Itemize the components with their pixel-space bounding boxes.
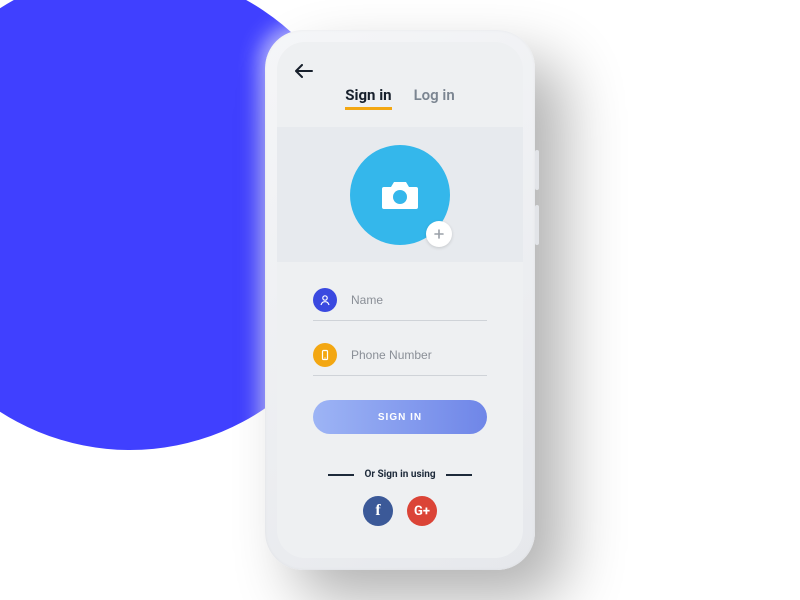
name-input[interactable] xyxy=(349,292,508,308)
facebook-icon: f xyxy=(375,502,380,520)
social-divider: Or Sign in using xyxy=(277,469,523,480)
phone-input[interactable] xyxy=(349,347,508,363)
facebook-button[interactable]: f xyxy=(363,496,393,526)
divider-line-right xyxy=(446,474,472,476)
plus-icon xyxy=(433,228,445,240)
divider-label: Or Sign in using xyxy=(364,469,435,480)
avatar-add-button[interactable] xyxy=(426,221,452,247)
google-plus-icon: G+ xyxy=(414,504,430,519)
google-button[interactable]: G+ xyxy=(407,496,437,526)
camera-icon xyxy=(380,179,420,211)
tab-signin[interactable]: Sign in xyxy=(345,86,391,110)
divider-line-left xyxy=(328,474,354,476)
signin-form: SIGN IN xyxy=(313,282,487,434)
phone-field-row xyxy=(313,337,487,376)
device-frame: Sign in Log in xyxy=(265,30,535,570)
avatar-picker[interactable] xyxy=(350,145,450,245)
auth-tabs: Sign in Log in xyxy=(277,86,523,110)
signin-button[interactable]: SIGN IN xyxy=(313,400,487,434)
avatar-zone xyxy=(277,127,523,262)
phone-icon xyxy=(313,343,337,367)
name-field-row xyxy=(313,282,487,321)
tab-login[interactable]: Log in xyxy=(414,86,455,110)
back-button[interactable] xyxy=(295,64,313,78)
user-icon xyxy=(313,288,337,312)
screen: Sign in Log in xyxy=(277,42,523,558)
back-arrow-icon xyxy=(295,64,313,78)
social-row: f G+ xyxy=(277,496,523,526)
